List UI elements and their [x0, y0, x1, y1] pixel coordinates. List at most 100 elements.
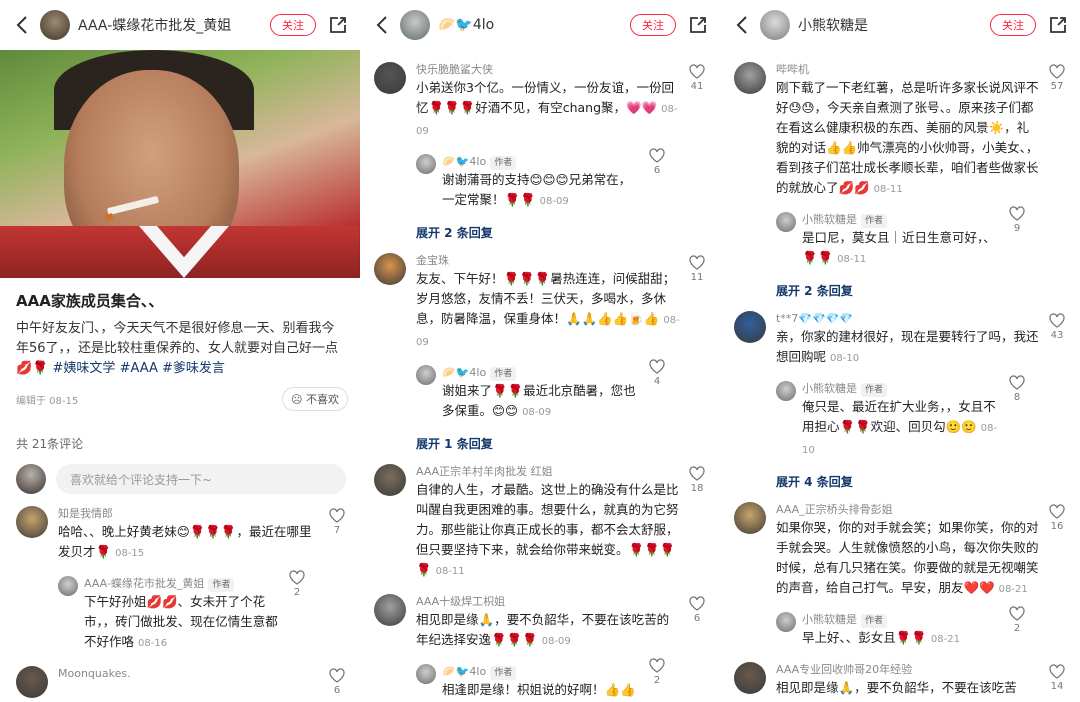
commenter-name[interactable]: AAA_正宗桥头排骨彭姐 — [776, 502, 1040, 518]
emoji: 😊🌹🌹🌹 — [176, 524, 237, 539]
reply-text-main: 俺只是、最近在扩大业务，，女且不用担心🌹🌹欢迎、回贝勾🙂🙂 — [802, 399, 996, 434]
like-button[interactable]: 6 — [686, 596, 708, 624]
commenter-name[interactable]: Moonquakes. — [58, 666, 320, 682]
reply-avatar[interactable] — [776, 212, 796, 232]
share-icon[interactable] — [1048, 15, 1068, 35]
reply-name[interactable]: 🥟🐦4lo 作者 — [442, 365, 640, 381]
commenter-avatar[interactable] — [734, 311, 766, 343]
reply-name[interactable]: 🥟🐦4lo 作者 — [442, 664, 640, 680]
commenter-name[interactable]: 金宝珠 — [416, 253, 680, 269]
like-button[interactable]: 7 — [326, 508, 348, 536]
comment-date: 08-15 — [115, 548, 145, 559]
like-button[interactable]: 11 — [686, 255, 708, 283]
commenter-avatar[interactable] — [374, 464, 406, 496]
like-button[interactable]: 2 — [286, 570, 308, 598]
author-avatar[interactable] — [400, 10, 430, 40]
reply-avatar[interactable] — [416, 664, 436, 684]
expand-replies[interactable]: 展开 2 条回复 — [776, 282, 1040, 299]
commenter-name[interactable]: 知是我情郎 — [58, 506, 320, 522]
follow-button[interactable]: 关注 — [630, 14, 676, 36]
comment-count: 共 21条评论 — [16, 437, 84, 451]
hashtag[interactable]: #AAA — [120, 361, 158, 376]
commenter-name[interactable]: 快乐脆脆鲨大侠 — [416, 62, 680, 78]
hashtag[interactable]: #姨味文学 — [53, 361, 116, 376]
commenter-avatar[interactable] — [374, 253, 406, 285]
like-button[interactable]: 14 — [1046, 664, 1068, 692]
comment: AAA十级焊工枳姐 相见即是缘🙏，要不负韶华，不要在该吃苦的年纪选择安逸🌹🌹🌹 08… — [360, 594, 720, 702]
expand-replies[interactable]: 展开 2 条回复 — [416, 224, 680, 241]
like-button[interactable]: 2 — [1006, 606, 1028, 634]
reply-name[interactable]: 小熊软糖是 作者 — [802, 212, 1000, 228]
commenter-name[interactable]: 哔哔机 — [776, 62, 1040, 78]
follow-button[interactable]: 关注 — [990, 14, 1036, 36]
author-avatar[interactable] — [40, 10, 70, 40]
comment: 金宝珠 友友、下午好！🌹🌹🌹暑热连连，问候甜甜；岁月悠悠，友情不丢！三伏天，多喝水… — [360, 253, 720, 452]
comment-text-main: 自律的人生，才最酷。这世上的确没有什么是比叫醒自我更困难的事。想要什么，就真的为… — [416, 482, 679, 577]
reply-avatar[interactable] — [776, 381, 796, 401]
share-icon[interactable] — [688, 15, 708, 35]
reply-avatar[interactable] — [416, 154, 436, 174]
commenter-name[interactable]: AAA十级焊工枳姐 — [416, 594, 680, 610]
commenter-avatar[interactable] — [374, 62, 406, 94]
post-image[interactable] — [0, 50, 360, 278]
commenter-avatar[interactable] — [16, 666, 48, 698]
commenter-name[interactable]: AAA正宗羊村羊肉批发 红姐 — [416, 464, 680, 480]
like-button[interactable]: 41 — [686, 64, 708, 92]
comment: 快乐脆脆鲨大侠 小弟送你3个亿。一份情义，一份友谊，一份回忆🌹🌹🌹好酒不见，有空c… — [360, 62, 720, 241]
commenter-avatar[interactable] — [734, 502, 766, 534]
like-button[interactable]: 43 — [1046, 313, 1068, 341]
share-icon[interactable] — [328, 15, 348, 35]
author-badge: 作者 — [490, 367, 517, 381]
author-name[interactable]: 小熊软糖是 — [798, 15, 990, 35]
back-icon[interactable] — [10, 13, 34, 37]
comment: AAA_正宗桥头排骨彭姐 如果你哭，你的对手就会笑；如果你笑，你的对手就会哭。人生… — [720, 502, 1080, 650]
like-button[interactable]: 8 — [1006, 375, 1028, 403]
heart-icon — [1049, 664, 1065, 679]
like-button[interactable]: 4 — [646, 359, 668, 387]
hashtag[interactable]: #爹味发言 — [162, 361, 225, 376]
like-button[interactable]: 6 — [646, 148, 668, 176]
commenter-name[interactable]: AAA专业回收帅哥20年经验 — [776, 662, 1040, 678]
heart-icon — [1009, 206, 1025, 221]
reply-avatar[interactable] — [416, 365, 436, 385]
comment-body: AAA十级焊工枳姐 相见即是缘🙏，要不负韶华，不要在该吃苦的年纪选择安逸🌹🌹🌹 08… — [416, 594, 680, 702]
comment-text: 自律的人生，才最酷。这世上的确没有什么是比叫醒自我更困难的事。想要什么，就真的为… — [416, 480, 680, 582]
like-button[interactable]: 18 — [686, 466, 708, 494]
reply-text: 下午好孙姐💋💋、女未开了个花市，，砖门做批发、现在亿情生意都不好作咯 08-16 — [84, 592, 280, 654]
reply-avatar[interactable] — [58, 576, 78, 596]
commenter-avatar[interactable] — [374, 594, 406, 626]
comment-text: 哈哈、、晚上好黄老妹😊🌹🌹🌹，最近在哪里发贝才🌹 08-15 — [58, 522, 320, 564]
reply-name[interactable]: 小熊软糖是 作者 — [802, 612, 1000, 628]
reply-name[interactable]: 小熊软糖是 作者 — [802, 381, 1000, 397]
like-button[interactable]: 9 — [1006, 206, 1028, 234]
dislike-button[interactable]: ☹ 不喜欢 — [282, 387, 348, 411]
follow-button[interactable]: 关注 — [270, 14, 316, 36]
comment: 哔哔机刚下载了一下老红薯，总是听许多家长说风评不好😓😓，今天亲自煮测了张号、。原… — [720, 62, 1080, 299]
back-icon[interactable] — [370, 13, 394, 37]
author-avatar[interactable] — [760, 10, 790, 40]
reply-name[interactable]: 🥟🐦4lo 作者 — [442, 154, 640, 170]
expand-replies[interactable]: 展开 1 条回复 — [416, 435, 680, 452]
comment-body: t**7💎💎💎💎 亲，你家的建材很好，现在是要转行了吗，我还想回购呢 08-10 小熊… — [776, 311, 1040, 490]
like-button[interactable]: 6 — [326, 668, 348, 696]
reply-avatar[interactable] — [776, 612, 796, 632]
comment-date: 08-11 — [435, 566, 465, 577]
like-button[interactable]: 57 — [1046, 64, 1068, 92]
like-button[interactable]: 16 — [1046, 504, 1068, 532]
author-name[interactable]: 🥟🐦4lo — [438, 17, 630, 33]
commenter-avatar[interactable] — [734, 62, 766, 94]
commenter-name[interactable]: t**7💎💎💎💎 — [776, 311, 1040, 327]
comment-text: 刚下载了一下老红薯，总是听许多家长说风评不好😓😓，今天亲自煮测了张号、。原来孩子… — [776, 78, 1040, 200]
comment-input[interactable]: 喜欢就给个评论支持一下~ — [56, 464, 346, 494]
back-icon[interactable] — [730, 13, 754, 37]
commenter-avatar[interactable] — [734, 662, 766, 694]
comment-text-main: 刚下载了一下老红薯，总是听许多家长说风评不好😓😓，今天亲自煮测了张号、。原来孩子… — [776, 80, 1039, 195]
heart-icon — [1049, 313, 1065, 328]
author-badge: 作者 — [490, 666, 517, 680]
reply-name[interactable]: AAA-蝶缘花市批发_黄姐 作者 — [84, 576, 280, 592]
like-button[interactable]: 2 — [646, 658, 668, 686]
commenter-avatar[interactable] — [16, 506, 48, 538]
reply-text: 谢谢蒲哥的支持😊😊😊兄弟常在，一定常聚！🌹🌹 08-09 — [442, 170, 640, 212]
author-name[interactable]: AAA-蝶缘花市批发_黄姐 — [78, 15, 270, 35]
expand-replies[interactable]: 展开 4 条回复 — [776, 473, 1040, 490]
